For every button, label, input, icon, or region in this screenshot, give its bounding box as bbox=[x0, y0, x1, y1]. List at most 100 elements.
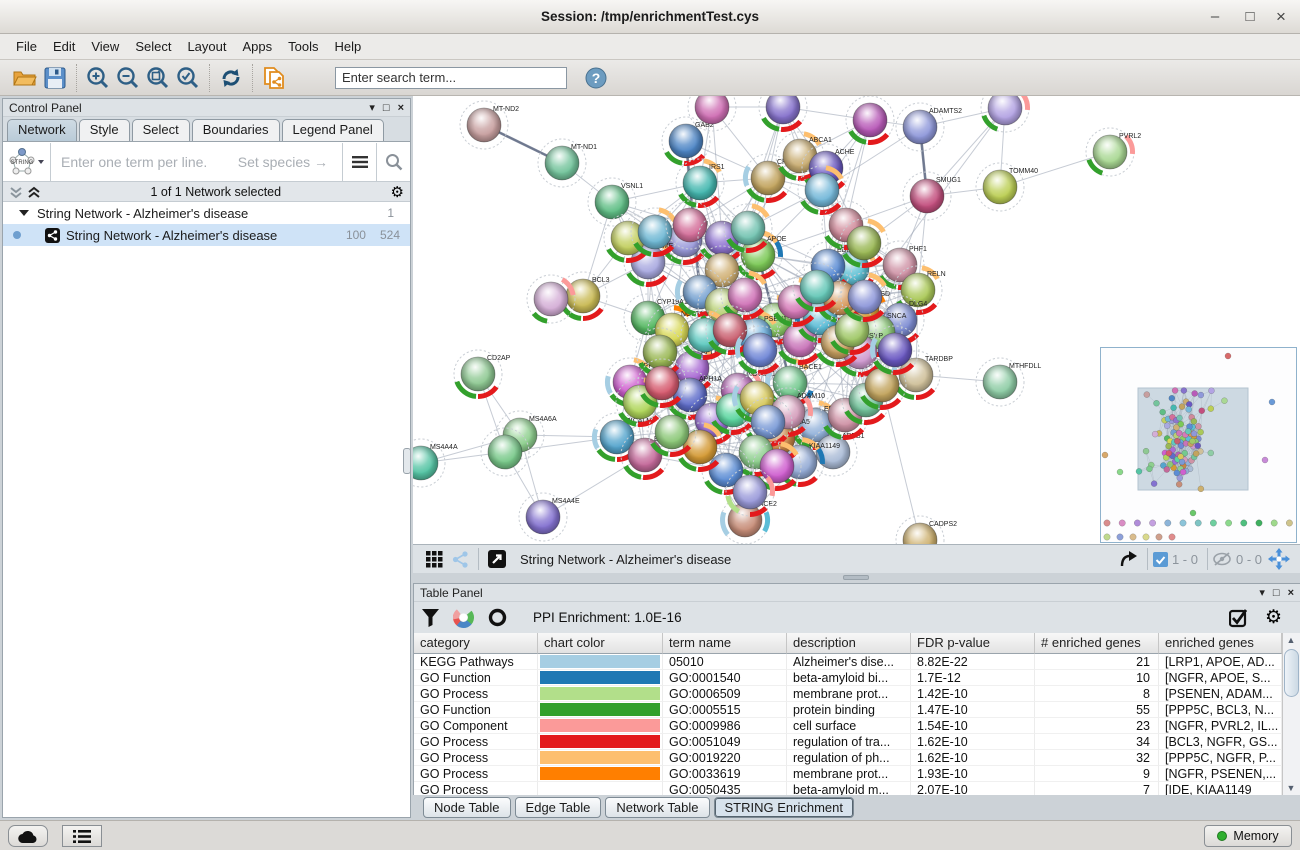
network-node[interactable]: MS4A4E bbox=[519, 493, 580, 541]
scrollbar-thumb[interactable] bbox=[1284, 649, 1299, 697]
menu-view[interactable]: View bbox=[83, 34, 127, 60]
open-session-button[interactable] bbox=[10, 63, 40, 93]
tab-network[interactable]: Network bbox=[7, 119, 77, 141]
column-header[interactable]: # enriched genes bbox=[1035, 633, 1159, 654]
close-button[interactable]: × bbox=[1266, 0, 1296, 34]
network-node[interactable] bbox=[631, 208, 679, 256]
tab-node-table[interactable]: Node Table bbox=[423, 797, 511, 818]
table-row[interactable]: GO ProcessGO:0006509membrane prot...1.42… bbox=[414, 686, 1282, 702]
table-row[interactable]: KEGG Pathways05010Alzheimer's dise...8.8… bbox=[414, 654, 1282, 670]
network-node[interactable] bbox=[871, 326, 919, 374]
network-collection-row[interactable]: String Network - Alzheimer's disease 1 bbox=[3, 202, 410, 224]
menu-file[interactable]: File bbox=[8, 34, 45, 60]
scroll-up-icon[interactable]: ▲ bbox=[1283, 633, 1299, 648]
column-header[interactable]: term name bbox=[663, 633, 787, 654]
panel-close-icon[interactable]: × bbox=[398, 99, 404, 117]
network-node[interactable] bbox=[981, 96, 1029, 132]
splitter-handle[interactable] bbox=[843, 575, 869, 580]
task-history-button[interactable] bbox=[62, 825, 102, 847]
zoom-fit-button[interactable] bbox=[143, 63, 173, 93]
zoom-selected-button[interactable] bbox=[173, 63, 203, 93]
birds-eye-view[interactable] bbox=[1100, 347, 1297, 543]
network-node[interactable]: MT-ND1 bbox=[538, 139, 597, 187]
cloud-tasks-button[interactable] bbox=[8, 825, 48, 847]
column-header[interactable]: chart color bbox=[538, 633, 663, 654]
ring-button[interactable] bbox=[488, 608, 507, 627]
grid-view-button[interactable] bbox=[421, 548, 447, 570]
menu-select[interactable]: Select bbox=[127, 34, 179, 60]
network-node[interactable]: IRS1 bbox=[676, 159, 725, 207]
network-node[interactable] bbox=[527, 275, 575, 323]
network-node[interactable]: GAB2 bbox=[662, 117, 714, 165]
table-panel-menu-icon[interactable]: ▾ bbox=[1259, 584, 1265, 602]
copy-network-button[interactable] bbox=[259, 63, 289, 93]
network-node[interactable] bbox=[846, 96, 894, 144]
network-gear-icon[interactable]: ⚙ bbox=[391, 183, 404, 201]
help-button[interactable]: ? bbox=[581, 63, 611, 93]
table-row[interactable]: GO FunctionGO:0005515protein binding1.47… bbox=[414, 702, 1282, 718]
table-row[interactable]: GO FunctionGO:0001540beta-amyloid bi...1… bbox=[414, 670, 1282, 686]
network-node[interactable]: TOMM40 bbox=[976, 163, 1038, 211]
table-panel-float-icon[interactable]: □ bbox=[1273, 584, 1280, 602]
collapse-all-icon[interactable] bbox=[9, 185, 23, 199]
memory-button[interactable]: Memory bbox=[1204, 825, 1292, 847]
minimize-button[interactable]: – bbox=[1200, 0, 1230, 34]
network-row-selected[interactable]: String Network - Alzheimer's disease 100… bbox=[3, 224, 410, 246]
network-node[interactable] bbox=[841, 273, 889, 321]
column-header[interactable]: FDR p-value bbox=[911, 633, 1035, 654]
tab-boundaries[interactable]: Boundaries bbox=[192, 119, 280, 141]
filter-button[interactable] bbox=[422, 609, 439, 627]
navigator-button[interactable] bbox=[1266, 548, 1292, 570]
tab-select[interactable]: Select bbox=[132, 119, 190, 141]
menu-edit[interactable]: Edit bbox=[45, 34, 83, 60]
network-node[interactable] bbox=[840, 219, 888, 267]
zoom-in-button[interactable] bbox=[83, 63, 113, 93]
open-in-browser-button[interactable] bbox=[484, 548, 510, 570]
refresh-button[interactable] bbox=[216, 63, 246, 93]
network-node[interactable]: MT-ND2 bbox=[460, 101, 519, 149]
column-header[interactable]: category bbox=[414, 633, 538, 654]
column-header[interactable]: description bbox=[787, 633, 911, 654]
string-options-button[interactable] bbox=[342, 143, 376, 181]
horizontal-splitter[interactable] bbox=[413, 573, 1300, 583]
export-network-button[interactable] bbox=[1116, 548, 1142, 570]
menu-layout[interactable]: Layout bbox=[179, 34, 234, 60]
search-input[interactable] bbox=[335, 67, 567, 89]
network-canvas[interactable]: MT-ND2MT-ND1VSNL1GAB2IRS1CHATABCA1ACHEAD… bbox=[413, 96, 1300, 545]
species-hint[interactable]: Set species → bbox=[238, 154, 342, 170]
expanded-arrow-icon[interactable] bbox=[19, 209, 29, 217]
chart-button[interactable] bbox=[453, 607, 474, 628]
network-node[interactable]: PVRL2 bbox=[1086, 128, 1141, 176]
network-node[interactable]: ADAMTS2 bbox=[896, 103, 962, 151]
network-node[interactable]: CD2AP bbox=[454, 350, 511, 398]
table-scrollbar[interactable]: ▲ ▼ bbox=[1282, 633, 1300, 796]
zoom-out-button[interactable] bbox=[113, 63, 143, 93]
network-node[interactable] bbox=[798, 166, 846, 214]
select-settings-button[interactable] bbox=[1229, 608, 1249, 628]
panel-float-icon[interactable]: □ bbox=[383, 99, 390, 117]
network-node[interactable]: MS4A4A bbox=[413, 439, 458, 487]
string-term-input[interactable]: Enter one term per line. bbox=[51, 154, 238, 170]
menu-tools[interactable]: Tools bbox=[280, 34, 326, 60]
network-node[interactable]: CADPS2 bbox=[896, 516, 957, 545]
save-session-button[interactable] bbox=[40, 63, 70, 93]
table-row[interactable]: GO ProcessGO:0050435beta-amyloid m...2.0… bbox=[414, 782, 1282, 796]
table-gear-icon[interactable]: ⚙ bbox=[1265, 606, 1282, 629]
tab-style[interactable]: Style bbox=[79, 119, 130, 141]
string-logo[interactable]: STRING bbox=[3, 143, 51, 181]
network-node[interactable] bbox=[759, 96, 807, 131]
table-row[interactable]: GO ComponentGO:0009986cell surface1.54E-… bbox=[414, 718, 1282, 734]
menu-apps[interactable]: Apps bbox=[235, 34, 281, 60]
tab-edge-table[interactable]: Edge Table bbox=[515, 797, 602, 818]
tab-network-table[interactable]: Network Table bbox=[605, 797, 709, 818]
tab-legend-panel[interactable]: Legend Panel bbox=[282, 119, 384, 141]
table-panel-close-icon[interactable]: × bbox=[1288, 584, 1294, 602]
panel-menu-icon[interactable]: ▾ bbox=[369, 99, 375, 117]
network-node[interactable] bbox=[724, 204, 772, 252]
table-row[interactable]: GO ProcessGO:0033619membrane prot...1.93… bbox=[414, 766, 1282, 782]
panel-splitter-handle[interactable] bbox=[403, 448, 411, 474]
share-view-button[interactable] bbox=[447, 548, 473, 570]
network-node[interactable]: MTHFDLL bbox=[976, 358, 1041, 406]
enrichment-table[interactable]: categorychart colorterm namedescriptionF… bbox=[414, 633, 1282, 796]
scroll-down-icon[interactable]: ▼ bbox=[1283, 781, 1299, 796]
